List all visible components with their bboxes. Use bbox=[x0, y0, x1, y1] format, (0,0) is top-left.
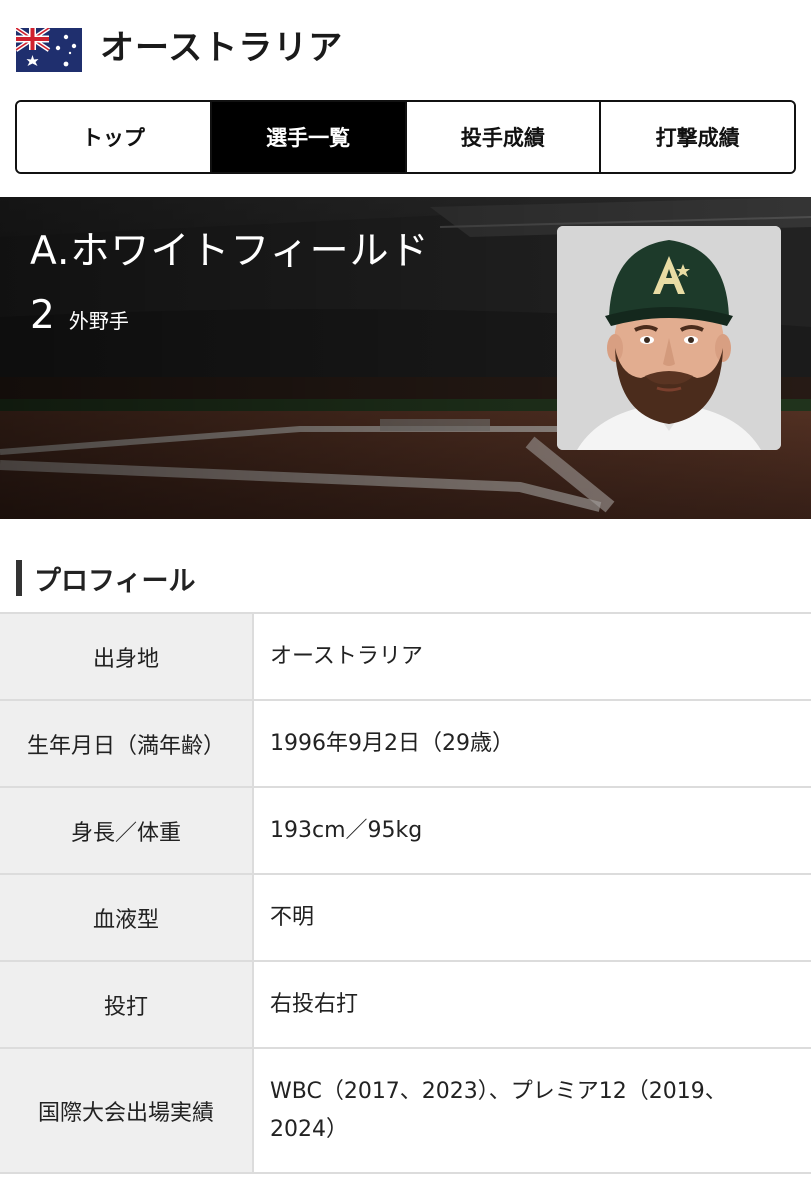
team-name: オーストラリア bbox=[100, 28, 344, 68]
row-value: 不明 bbox=[253, 873, 811, 962]
tab-player-list[interactable]: 選手一覧 bbox=[211, 102, 407, 172]
row-label: 国際大会出場実績 bbox=[0, 1047, 254, 1174]
tab-pitching-stats[interactable]: 投手成績 bbox=[406, 102, 602, 172]
australia-flag-icon bbox=[16, 28, 82, 72]
table-row: 投打 右投右打 bbox=[0, 960, 811, 1049]
table-row: 国際大会出場実績 WBC（2017、2023）、プレミア12（2019、2024… bbox=[0, 1047, 811, 1174]
row-value: 193cm／95kg bbox=[253, 786, 811, 875]
row-label: 血液型 bbox=[0, 873, 254, 962]
table-row: 出身地 オーストラリア bbox=[0, 612, 811, 701]
player-meta: 2 外野手 bbox=[30, 293, 129, 339]
row-label: 生年月日（満年齢） bbox=[0, 699, 254, 788]
team-tabs: トップ 選手一覧 投手成績 打撃成績 bbox=[15, 100, 796, 174]
row-label: 投打 bbox=[0, 960, 254, 1049]
row-label: 出身地 bbox=[0, 612, 254, 701]
tab-batting-stats[interactable]: 打撃成績 bbox=[601, 102, 794, 172]
page-header: オーストラリア bbox=[0, 0, 811, 100]
row-value: 1996年9月2日（29歳） bbox=[253, 699, 811, 788]
row-value: WBC（2017、2023）、プレミア12（2019、2024） bbox=[253, 1047, 811, 1174]
player-hero: A.ホワイトフィールド 2 外野手 bbox=[0, 197, 811, 519]
player-photo bbox=[557, 226, 781, 450]
row-value: 右投右打 bbox=[253, 960, 811, 1049]
table-row: 血液型 不明 bbox=[0, 873, 811, 962]
profile-section-title: プロフィール bbox=[16, 560, 196, 597]
tab-top[interactable]: トップ bbox=[17, 102, 212, 172]
section-heading: プロフィール bbox=[34, 565, 196, 597]
table-row: 身長／体重 193cm／95kg bbox=[0, 786, 811, 875]
row-label: 身長／体重 bbox=[0, 786, 254, 875]
profile-table: 出身地 オーストラリア 生年月日（満年齢） 1996年9月2日（29歳） 身長／… bbox=[0, 612, 811, 1174]
title-accent-bar bbox=[16, 560, 22, 596]
player-position: 外野手 bbox=[68, 309, 129, 333]
uniform-number: 2 bbox=[30, 293, 55, 338]
table-row: 生年月日（満年齢） 1996年9月2日（29歳） bbox=[0, 699, 811, 788]
row-value: オーストラリア bbox=[253, 612, 811, 701]
player-name: A.ホワイトフィールド bbox=[30, 229, 430, 274]
